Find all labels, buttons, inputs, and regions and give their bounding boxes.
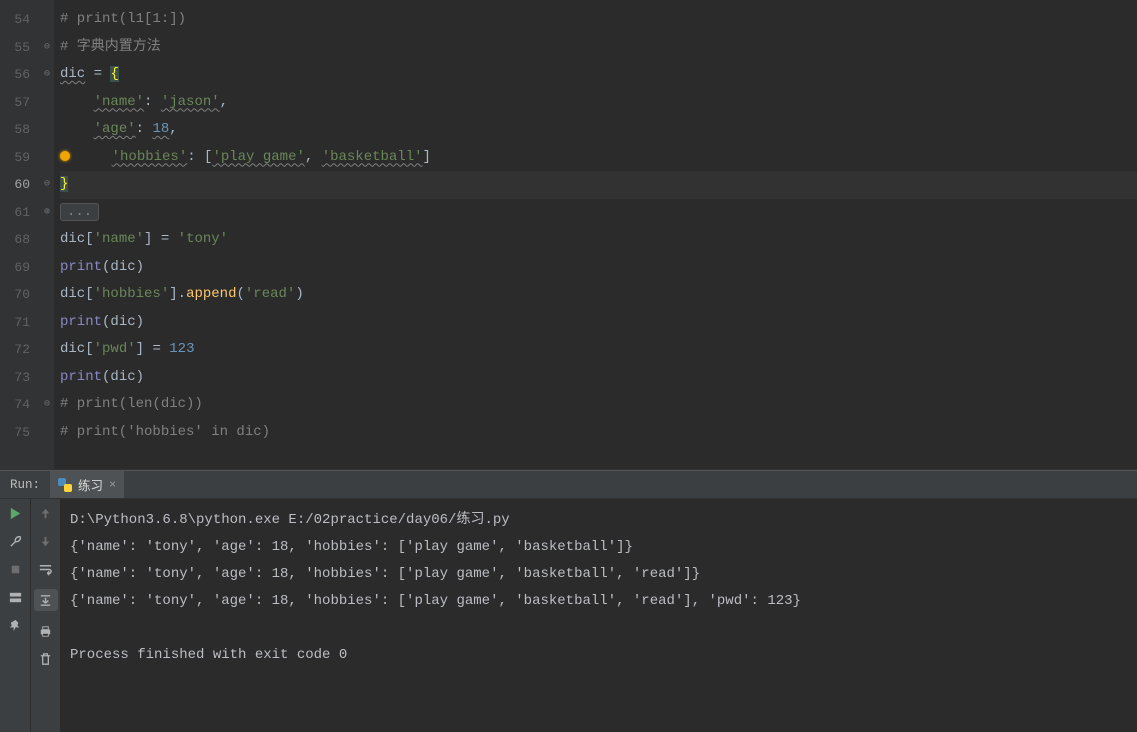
code-line[interactable]: } bbox=[60, 171, 1137, 199]
fold-spacer bbox=[40, 6, 54, 34]
run-tab[interactable]: 练习 × bbox=[50, 471, 124, 498]
fold-spacer bbox=[40, 116, 54, 144]
run-tool-window: Run: 练习 × D:\Python3.6.8\python.exe E:/0… bbox=[0, 470, 1137, 732]
run-tab-title: 练习 bbox=[78, 475, 103, 494]
soft-wrap-icon[interactable] bbox=[38, 561, 54, 577]
code-line[interactable]: dic['name'] = 'tony' bbox=[60, 226, 1137, 254]
code-line[interactable]: print(dic) bbox=[60, 364, 1137, 392]
line-number: 61 bbox=[4, 199, 30, 227]
intention-bulb-icon[interactable] bbox=[60, 151, 70, 161]
line-number-gutter: 54555657585960616869707172737475 bbox=[0, 0, 40, 469]
run-toolbar-inner bbox=[30, 499, 60, 732]
code-line[interactable]: dic['pwd'] = 123 bbox=[60, 336, 1137, 364]
arrow-up-icon[interactable] bbox=[38, 505, 54, 521]
close-icon[interactable]: × bbox=[109, 478, 116, 492]
line-number: 71 bbox=[4, 309, 30, 337]
code-line[interactable]: 'name': 'jason', bbox=[60, 89, 1137, 117]
stop-icon[interactable] bbox=[7, 561, 23, 577]
code-line[interactable]: print(dic) bbox=[60, 254, 1137, 282]
line-number: 72 bbox=[4, 336, 30, 364]
fold-spacer bbox=[40, 144, 54, 172]
code-editor[interactable]: 54555657585960616869707172737475 ⊖⊖⊖⊕⊖ #… bbox=[0, 0, 1137, 470]
run-icon[interactable] bbox=[7, 505, 23, 521]
fold-spacer bbox=[40, 226, 54, 254]
code-line[interactable]: # 字典内置方法 bbox=[60, 34, 1137, 62]
run-label: Run: bbox=[0, 478, 50, 492]
fold-spacer bbox=[40, 364, 54, 392]
line-number: 70 bbox=[4, 281, 30, 309]
fold-spacer bbox=[40, 336, 54, 364]
line-number: 69 bbox=[4, 254, 30, 282]
layout-icon[interactable] bbox=[7, 589, 23, 605]
fold-column[interactable]: ⊖⊖⊖⊕⊖ bbox=[40, 0, 54, 469]
line-number: 60 bbox=[4, 171, 30, 199]
code-line[interactable]: print(dic) bbox=[60, 309, 1137, 337]
line-number: 75 bbox=[4, 419, 30, 447]
fold-spacer bbox=[40, 309, 54, 337]
fold-collapse-icon[interactable]: ⊖ bbox=[40, 171, 54, 199]
fold-collapse-icon[interactable]: ⊖ bbox=[40, 61, 54, 89]
code-line[interactable]: dic['hobbies'].append('read') bbox=[60, 281, 1137, 309]
pin-icon[interactable] bbox=[7, 617, 23, 633]
python-file-icon bbox=[58, 478, 72, 492]
run-tab-bar: Run: 练习 × bbox=[0, 471, 1137, 499]
code-line[interactable]: dic = { bbox=[60, 61, 1137, 89]
scroll-to-end-icon[interactable] bbox=[34, 589, 58, 611]
fold-collapse-icon[interactable]: ⊖ bbox=[40, 391, 54, 419]
line-number: 59 bbox=[4, 144, 30, 172]
line-number: 73 bbox=[4, 364, 30, 392]
wrench-icon[interactable] bbox=[7, 533, 23, 549]
arrow-down-icon[interactable] bbox=[38, 533, 54, 549]
trash-icon[interactable] bbox=[38, 651, 54, 667]
code-line[interactable]: # print(len(dic)) bbox=[60, 391, 1137, 419]
line-number: 56 bbox=[4, 61, 30, 89]
fold-spacer bbox=[40, 254, 54, 282]
line-number: 58 bbox=[4, 116, 30, 144]
fold-expand-icon[interactable]: ⊕ bbox=[40, 199, 54, 227]
fold-spacer bbox=[40, 89, 54, 117]
fold-spacer bbox=[40, 419, 54, 447]
code-line[interactable]: # print(l1[1:]) bbox=[60, 6, 1137, 34]
run-toolbar-left bbox=[0, 499, 30, 732]
code-line[interactable]: ... bbox=[60, 199, 1137, 227]
print-icon[interactable] bbox=[38, 623, 54, 639]
line-number: 68 bbox=[4, 226, 30, 254]
code-line[interactable]: 'hobbies': ['play game', 'basketball'] bbox=[60, 144, 1137, 172]
fold-collapse-icon[interactable]: ⊖ bbox=[40, 34, 54, 62]
fold-spacer bbox=[40, 281, 54, 309]
code-line[interactable]: 'age': 18, bbox=[60, 116, 1137, 144]
console-output[interactable]: D:\Python3.6.8\python.exe E:/02practice/… bbox=[60, 499, 1137, 732]
line-number: 57 bbox=[4, 89, 30, 117]
line-number: 55 bbox=[4, 34, 30, 62]
line-number: 54 bbox=[4, 6, 30, 34]
folded-region[interactable]: ... bbox=[60, 203, 99, 221]
line-number: 74 bbox=[4, 391, 30, 419]
code-line[interactable]: # print('hobbies' in dic) bbox=[60, 419, 1137, 447]
code-content[interactable]: # print(l1[1:])# 字典内置方法dic = { 'name': '… bbox=[54, 0, 1137, 469]
